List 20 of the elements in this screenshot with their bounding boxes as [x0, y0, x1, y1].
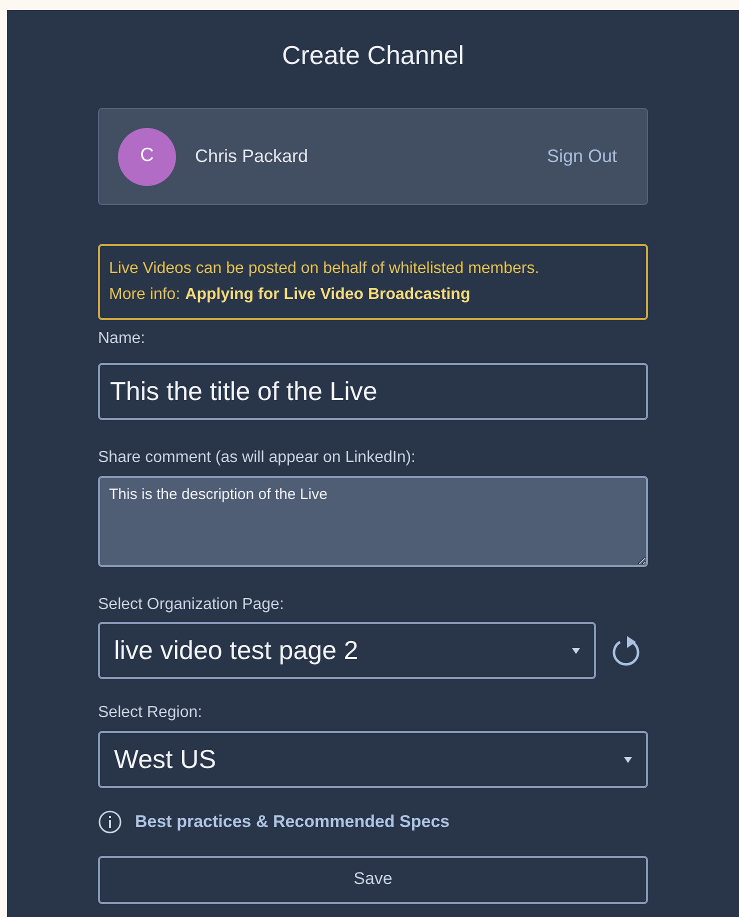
field-label: Name: — [98, 329, 146, 349]
field-label: Share comment (as will appear on LinkedIn): — [98, 448, 416, 468]
save-button[interactable]: Save — [98, 856, 648, 904]
specs-link[interactable]: Best practices & Recommended Specs — [135, 809, 450, 834]
sign-out-link[interactable]: Sign Out — [546, 143, 617, 170]
more-info-label: More info: — [109, 285, 180, 305]
organization-select[interactable]: live video test page 2 — [98, 622, 596, 679]
avatar: C — [118, 128, 176, 186]
region-select[interactable]: West US — [98, 731, 648, 788]
broadcasting-link[interactable]: Applying for Live Video Broadcasting — [185, 282, 470, 308]
field-label: Select Region: — [98, 703, 202, 723]
notice-text: Live Videos can be posted on behalf of whitelisted members. — [109, 259, 540, 279]
info-icon — [98, 810, 122, 834]
name-field[interactable]: This the title of the Live — [98, 363, 648, 420]
dropdown-arrow-icon — [572, 648, 580, 654]
dialog-title: Create Channel — [282, 39, 464, 72]
comment-field[interactable]: This is the description of the Live — [98, 476, 648, 567]
account-name: Chris Packard — [195, 145, 310, 168]
field-label: Select Organization Page: — [98, 595, 284, 615]
dropdown-arrow-icon — [624, 756, 632, 762]
